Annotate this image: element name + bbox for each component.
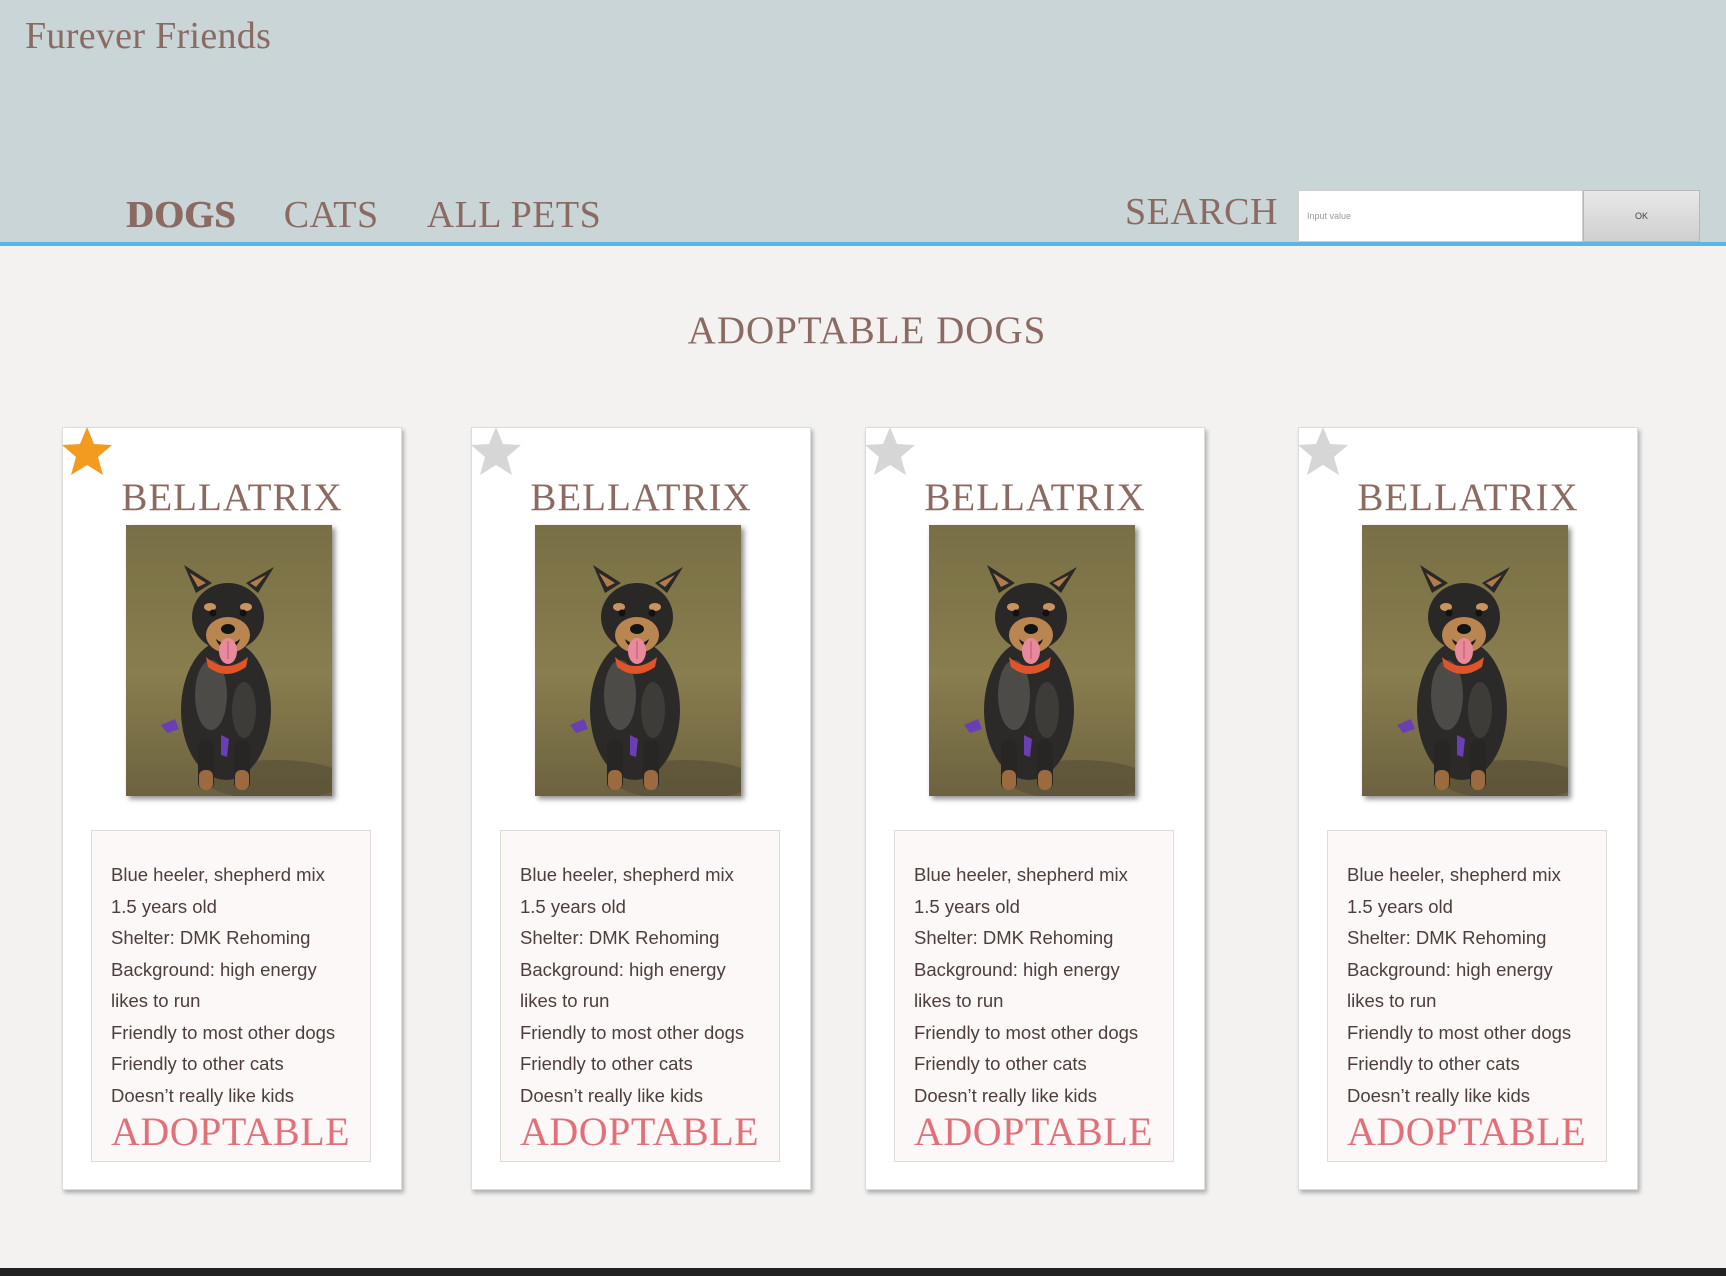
site-header: Furever Friends DOGS CATS ALL PETS SEARC… (0, 0, 1726, 246)
pet-card-3[interactable]: BELLATRIX Blue heeler, shepherd mix 1.5 … (865, 427, 1205, 1190)
dog-photo[interactable] (126, 525, 332, 796)
pet-detail-line: 1.5 years old (1347, 895, 1453, 917)
pet-name: BELLATRIX (924, 476, 1146, 519)
page-title: ADOPTABLE DOGS (687, 309, 1047, 352)
pet-detail-line: Doesn’t really like kids (520, 1084, 704, 1106)
pet-detail-line: Friendly to most other dogs (520, 1021, 745, 1043)
pet-detail-line: Doesn’t really like kids (914, 1084, 1098, 1106)
pet-detail-line: Blue heeler, shepherd mix (1347, 864, 1561, 885)
main-nav: DOGS CATS ALL PETS (126, 193, 601, 237)
pet-detail-line: Blue heeler, shepherd mix (520, 864, 734, 885)
pet-detail-line: likes to run (1347, 990, 1437, 1011)
pet-details: Blue heeler, shepherd mix 1.5 years old Sh… (1327, 830, 1607, 1162)
pet-detail-line: Friendly to other cats (914, 1053, 1087, 1074)
star-icon[interactable] (59, 424, 115, 480)
pet-details: Blue heeler, shepherd mix 1.5 years old Sh… (91, 830, 371, 1162)
pet-detail-line: Background: high energy (914, 958, 1120, 980)
pet-card-2[interactable]: BELLATRIX Blue heeler, shepherd mix 1.5 … (471, 427, 811, 1190)
nav-all-pets[interactable]: ALL PETS (427, 193, 602, 237)
nav-cats[interactable]: CATS (284, 193, 379, 237)
pet-detail-line: Friendly to other cats (111, 1053, 284, 1074)
pet-detail-line: 1.5 years old (520, 895, 626, 917)
pet-detail-line: Friendly to other cats (1347, 1053, 1520, 1074)
pet-card-1[interactable]: BELLATRIX Blue heeler, shepherd mix 1.5 … (62, 427, 402, 1190)
search-label: SEARCH (1125, 191, 1278, 233)
dog-photo[interactable] (1362, 525, 1568, 796)
dog-photo[interactable] (929, 525, 1135, 796)
pet-detail-line: Background: high energy (111, 958, 317, 980)
pet-detail-line: likes to run (914, 990, 1004, 1011)
star-icon[interactable] (862, 424, 918, 480)
pet-detail-line: Friendly to other cats (520, 1053, 693, 1074)
star-icon[interactable] (1295, 424, 1351, 480)
pet-detail-line: 1.5 years old (111, 895, 217, 917)
pet-detail-line: Shelter: DMK Rehoming (520, 927, 720, 948)
adoption-status[interactable]: ADOPTABLE (520, 1109, 779, 1155)
nav-dogs[interactable]: DOGS (126, 193, 236, 237)
pet-detail-line: 1.5 years old (914, 895, 1020, 917)
pet-detail-line: Background: high energy (1347, 958, 1553, 980)
pet-detail-line: Friendly to most other dogs (111, 1021, 336, 1043)
brand-logo[interactable]: Furever Friends (25, 14, 271, 58)
pet-card-4[interactable]: BELLATRIX Blue heeler, shepherd mix 1.5 … (1298, 427, 1638, 1190)
dog-photo[interactable] (535, 525, 741, 796)
pet-name: BELLATRIX (530, 476, 752, 519)
search-ok-button[interactable]: OK (1583, 190, 1700, 242)
pet-details: Blue heeler, shepherd mix 1.5 years old Sh… (894, 830, 1174, 1162)
bottom-border (0, 1268, 1726, 1276)
pet-detail-line: Friendly to most other dogs (914, 1021, 1139, 1043)
pet-name: BELLATRIX (121, 476, 343, 519)
pet-detail-line: Background: high energy (520, 958, 726, 980)
pet-details: Blue heeler, shepherd mix 1.5 years old Sh… (500, 830, 780, 1162)
adoption-status[interactable]: ADOPTABLE (914, 1109, 1173, 1155)
pet-detail-line: Friendly to most other dogs (1347, 1021, 1572, 1043)
search-input[interactable] (1298, 190, 1583, 242)
pet-detail-line: Shelter: DMK Rehoming (914, 927, 1114, 948)
pet-detail-line: Doesn’t really like kids (111, 1084, 295, 1106)
pet-detail-line: likes to run (111, 990, 201, 1011)
adoption-status[interactable]: ADOPTABLE (111, 1109, 370, 1155)
pet-detail-line: Shelter: DMK Rehoming (1347, 927, 1547, 948)
pet-detail-line: likes to run (520, 990, 610, 1011)
pet-name: BELLATRIX (1357, 476, 1579, 519)
pet-detail-line: Blue heeler, shepherd mix (111, 864, 325, 885)
pet-detail-line: Doesn’t really like kids (1347, 1084, 1531, 1106)
star-icon[interactable] (468, 424, 524, 480)
adoption-status[interactable]: ADOPTABLE (1347, 1109, 1606, 1155)
pet-detail-line: Shelter: DMK Rehoming (111, 927, 311, 948)
pet-detail-line: Blue heeler, shepherd mix (914, 864, 1128, 885)
